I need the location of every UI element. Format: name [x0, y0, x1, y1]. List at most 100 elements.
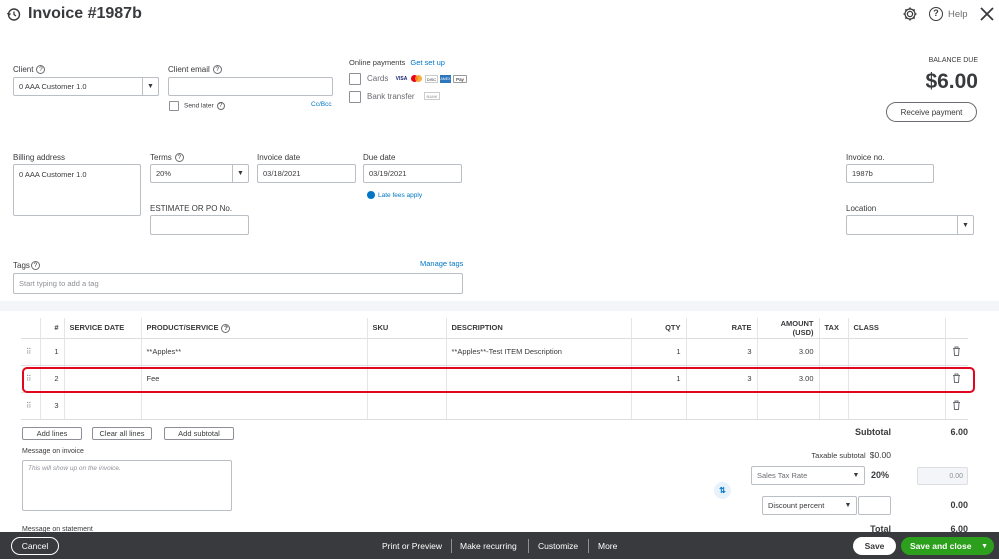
- save-and-close-button[interactable]: Save and close ▼: [901, 537, 994, 555]
- row-number: 1: [39, 338, 64, 366]
- chevron-down-icon[interactable]: ▼: [232, 165, 248, 182]
- help-button[interactable]: ? Help: [929, 6, 968, 22]
- client-select[interactable]: 0 AAA Customer 1.0 ▼: [13, 77, 159, 96]
- chevron-down-icon[interactable]: ▼: [957, 216, 973, 234]
- subtotal-label: Subtotal: [855, 427, 891, 437]
- amex-icon: AMEX: [440, 75, 451, 83]
- cards-checkbox[interactable]: [349, 73, 361, 85]
- invoice-no-field[interactable]: 1987b: [846, 164, 934, 183]
- due-date-field[interactable]: 03/19/2021: [363, 164, 462, 183]
- close-icon[interactable]: [979, 6, 995, 22]
- clear-all-lines-button[interactable]: Clear all lines: [92, 427, 152, 440]
- send-later-help-icon[interactable]: ?: [216, 102, 225, 110]
- chevron-down-icon[interactable]: ▼: [840, 497, 856, 514]
- table-row[interactable]: ⠿ 3: [21, 392, 968, 420]
- chevron-down-icon[interactable]: ▼: [142, 78, 158, 95]
- trash-icon[interactable]: [944, 338, 968, 366]
- save-options-chevron-icon[interactable]: ▼: [981, 543, 988, 550]
- get-set-up-link[interactable]: Get set up: [410, 58, 445, 67]
- save-button[interactable]: Save: [853, 537, 896, 555]
- sku-cell[interactable]: [366, 338, 446, 366]
- footer-divider: [451, 539, 452, 553]
- billing-address-field[interactable]: 0 AAA Customer 1.0: [13, 164, 141, 216]
- product-help-icon[interactable]: ?: [221, 323, 231, 333]
- amount-cell[interactable]: [756, 392, 819, 420]
- cancel-button[interactable]: Cancel: [11, 537, 59, 555]
- taxable-subtotal: Taxable subtotal $0.00: [811, 450, 891, 460]
- bank-transfer-label: Bank transfer: [367, 92, 415, 101]
- sales-tax-rate-select[interactable]: Sales Tax Rate ▼: [751, 466, 865, 485]
- make-recurring-button[interactable]: Make recurring: [460, 532, 517, 559]
- product-cell[interactable]: **Apples**: [140, 338, 367, 366]
- row-number: 3: [39, 392, 64, 420]
- tax-cell[interactable]: [818, 338, 848, 366]
- tags-help-icon[interactable]: ?: [30, 261, 40, 271]
- class-cell[interactable]: [847, 338, 945, 366]
- amount-cell[interactable]: 3.00: [756, 338, 819, 366]
- manage-tags-link[interactable]: Manage tags: [420, 259, 463, 268]
- cc-bcc-link[interactable]: Cc/Bcc: [311, 101, 332, 108]
- location-label: Location: [846, 204, 877, 213]
- col-header-rate: RATE: [685, 318, 757, 339]
- location-select[interactable]: ▼: [846, 215, 974, 235]
- gear-icon[interactable]: [902, 6, 918, 22]
- late-fees-link[interactable]: Late fees apply: [367, 191, 422, 199]
- print-preview-button[interactable]: Print or Preview: [382, 532, 442, 559]
- swap-icon[interactable]: ⇅: [714, 482, 731, 499]
- table-row[interactable]: ⠿ 1 **Apples** **Apples**-Test ITEM Desc…: [21, 338, 968, 366]
- class-cell[interactable]: [847, 392, 945, 420]
- add-lines-button[interactable]: Add lines: [22, 427, 82, 440]
- bank-icon: BANK: [424, 92, 440, 100]
- col-header-description: DESCRIPTION: [445, 318, 631, 339]
- drag-handle-icon[interactable]: ⠿: [21, 338, 40, 366]
- qty-cell[interactable]: 1: [630, 338, 686, 366]
- sku-cell[interactable]: [366, 392, 446, 420]
- receive-payment-button[interactable]: Receive payment: [886, 102, 977, 122]
- discount-amount: 0.00: [950, 500, 968, 510]
- bank-transfer-checkbox[interactable]: [349, 91, 361, 103]
- email-help-icon[interactable]: ?: [212, 65, 222, 75]
- visa-icon: VISA: [395, 76, 408, 82]
- more-button[interactable]: More: [598, 532, 617, 559]
- balance-due-label: BALANCE DUE: [928, 57, 978, 64]
- col-header-service-date: SERVICE DATE: [63, 318, 141, 339]
- customize-button[interactable]: Customize: [538, 532, 578, 559]
- col-header-product-service: PRODUCT/SERVICE?: [140, 318, 367, 339]
- client-help-icon[interactable]: ?: [36, 65, 46, 75]
- col-header-amount: AMOUNT (USD): [756, 318, 819, 339]
- client-email-label: Client email?: [168, 65, 222, 75]
- trash-icon[interactable]: [944, 392, 968, 420]
- table-header-row: # SERVICE DATE PRODUCT/SERVICE? SKU DESC…: [21, 318, 968, 339]
- product-cell[interactable]: [140, 392, 367, 420]
- message-on-invoice-field[interactable]: This will show up on the invoice.: [22, 460, 232, 511]
- apple-pay-icon: Pay: [453, 75, 467, 83]
- description-cell[interactable]: [445, 392, 631, 420]
- service-date-cell[interactable]: [63, 338, 141, 366]
- tags-input[interactable]: Start typing to add a tag: [13, 273, 463, 294]
- chevron-down-icon[interactable]: ▼: [848, 467, 864, 484]
- tax-cell[interactable]: [818, 392, 848, 420]
- invoice-no-label: Invoice no.: [846, 153, 885, 162]
- terms-select[interactable]: 20% ▼: [150, 164, 249, 183]
- discount-type-select[interactable]: Discount percent ▼: [762, 496, 857, 515]
- send-later-checkbox[interactable]: [169, 101, 179, 111]
- qty-cell[interactable]: [630, 392, 686, 420]
- due-date-label: Due date: [363, 153, 396, 162]
- client-email-field[interactable]: [168, 77, 333, 96]
- history-icon[interactable]: [6, 7, 21, 22]
- invoice-date-field[interactable]: 03/18/2021: [257, 164, 356, 183]
- estimate-po-field[interactable]: [150, 215, 249, 235]
- rate-cell[interactable]: [685, 392, 757, 420]
- service-date-cell[interactable]: [63, 392, 141, 420]
- description-cell[interactable]: **Apples**-Test ITEM Description: [445, 338, 631, 366]
- terms-help-icon[interactable]: ?: [174, 153, 184, 163]
- add-subtotal-button[interactable]: Add subtotal: [164, 427, 234, 440]
- page-title: Invoice #1987b: [28, 5, 142, 22]
- mastercard-icon: [410, 75, 423, 83]
- footer-divider: [528, 539, 529, 553]
- discount-value-field[interactable]: [858, 496, 891, 515]
- footer-divider: [588, 539, 589, 553]
- message-on-invoice-label: Message on invoice: [22, 448, 84, 455]
- rate-cell[interactable]: 3: [685, 338, 757, 366]
- drag-handle-icon[interactable]: ⠿: [21, 392, 40, 420]
